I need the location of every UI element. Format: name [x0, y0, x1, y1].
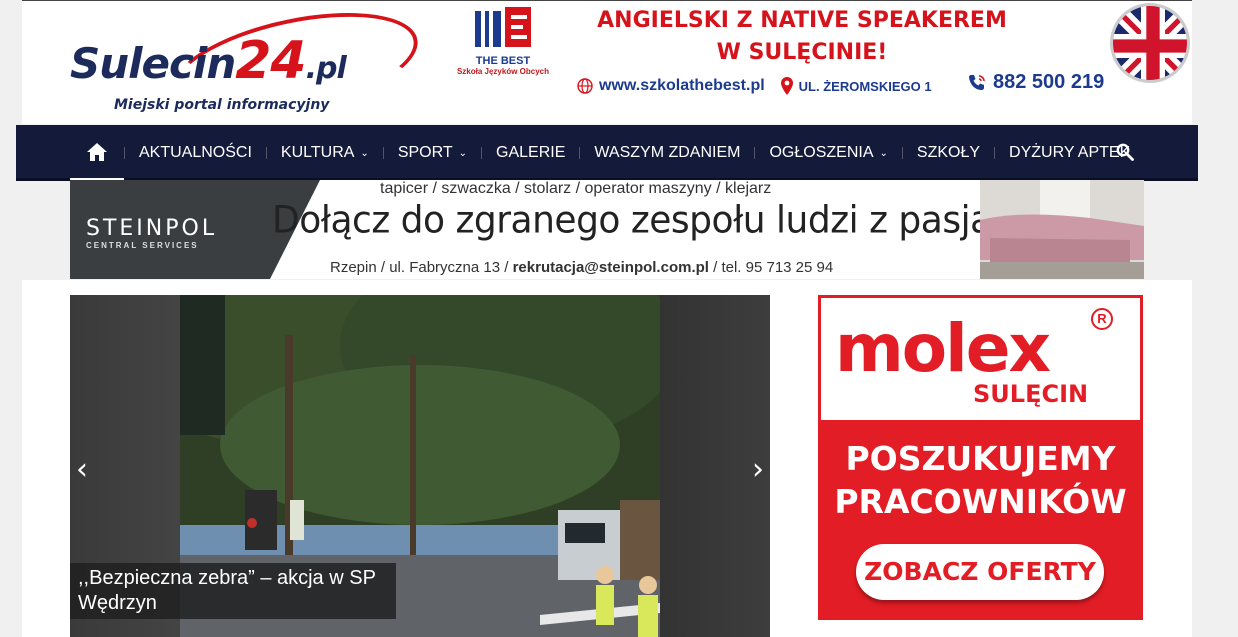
ad-steinpol-banner[interactable]: STEINPOL CENTRAL SERVICES tapicer / szwa… [70, 180, 1144, 279]
molex-logo-box: molex R SULĘCIN [821, 298, 1140, 420]
nav-item-label: AKTUALNOŚCI [139, 144, 252, 161]
chevron-down-icon: ⌄ [879, 147, 888, 159]
registered-trademark-icon: R [1091, 308, 1113, 330]
nav-item-galerie[interactable]: GALERIE [482, 125, 579, 181]
nav-home-button[interactable] [70, 125, 124, 181]
nav-item-label: WASZYM ZDANIEM [594, 144, 741, 161]
thebest-phone-number: 882 500 219 [993, 71, 1105, 93]
thebest-phone: 882 500 219 [967, 71, 1104, 94]
steinpol-brand: STEINPOL [86, 216, 218, 241]
steinpol-headline: Dołącz do zgranego zespołu ludzi z pasją… [272, 198, 1025, 243]
nav-item-label: GALERIE [496, 144, 566, 161]
thebest-address: UL. ŻEROMSKIEGO 1 [798, 78, 932, 94]
thebest-contact: www.szkolathebest.pl UL. ŻEROMSKIEGO 1 [577, 77, 932, 95]
logo-tld: .pl [305, 51, 347, 86]
nav-item-kultura[interactable]: KULTURA ⌄ [267, 125, 383, 181]
molex-headline-line1: POSZUKUJEMY [845, 439, 1116, 478]
nav-item-aktualnosci[interactable]: AKTUALNOŚCI [125, 125, 266, 181]
book-icon [475, 7, 531, 47]
logo-name: Sulecin [70, 39, 236, 88]
nav-item-label: KULTURA [280, 144, 355, 161]
steinpol-contact: Rzepin / ul. Fabryczna 13 / rekrutacja@s… [330, 259, 833, 276]
nav-item-ogloszenia[interactable]: OGŁOSZENIA ⌄ [755, 125, 901, 181]
nav-item-label: OGŁOSZENIA [769, 144, 874, 161]
thebest-logo: THE BEST Szkoła Języków Obcych [448, 5, 558, 91]
nav-item-label: SPORT [397, 144, 453, 161]
site-header: Sulecin24.pl Miejski portal informacyjny… [22, 0, 1192, 136]
nav-item-waszym-zdaniem[interactable]: WASZYM ZDANIEM [580, 125, 754, 181]
main-navigation: AKTUALNOŚCI KULTURA ⌄ SPORT ⌄ GALERIE WASZ… [16, 125, 1198, 181]
ad-thebest-banner[interactable]: THE BEST Szkoła Języków Obcych ANGIELSKI… [442, 1, 1190, 125]
site-logo[interactable]: Sulecin24.pl Miejski portal informacyjny [70, 0, 427, 136]
ad-molex-banner[interactable]: molex R SULĘCIN POSZUKUJEMY PRACOWNIKÓW … [818, 295, 1143, 620]
uk-flag-icon [1110, 3, 1190, 83]
nav-item-label: SZKOŁY [916, 144, 981, 161]
thebest-headline-line2: W SULĘCINIE! [716, 40, 888, 65]
thebest-headline-line1: ANGIELSKI Z NATIVE SPEAKEREM [597, 8, 1007, 33]
logo-number: 24 [235, 31, 306, 91]
slider-next-button[interactable]: › [752, 455, 764, 485]
search-button[interactable] [1116, 143, 1134, 166]
steinpol-brand-sub: CENTRAL SERVICES [86, 241, 199, 250]
thebest-tagline: Szkoła Języków Obcych [456, 67, 550, 76]
steinpol-email: rekrutacja@steinpol.com.pl [512, 259, 709, 276]
globe-icon [577, 78, 593, 94]
steinpol-address: Rzepin / ul. Fabryczna 13 / [330, 259, 513, 276]
chevron-down-icon: ⌄ [360, 147, 369, 159]
molex-logo: molex [835, 310, 1051, 387]
see-offers-button[interactable]: ZOBACZ OFERTY [856, 544, 1104, 600]
main-content: ‹ › ,,Bezpieczna zebra” – akcja w SP Węd… [22, 280, 1192, 637]
steinpol-jobs: tapicer / szwaczka / stolarz / operator … [380, 180, 772, 197]
chevron-down-icon: ⌄ [458, 147, 468, 159]
phone-icon [969, 74, 985, 90]
news-slider[interactable]: ‹ › ,,Bezpieczna zebra” – akcja w SP Węd… [70, 295, 770, 637]
logo-wordmark: Sulecin24.pl [70, 31, 347, 91]
molex-city: SULĘCIN [973, 380, 1089, 408]
nav-item-label: DYŻURY APTEK [1009, 144, 1131, 161]
home-icon [87, 142, 107, 161]
slider-prev-button[interactable]: ‹ [76, 455, 88, 485]
logo-tagline: Miejski portal informacyjny [114, 97, 330, 113]
steinpol-phone: / tel. 95 713 25 94 [708, 259, 834, 276]
nav-menu: AKTUALNOŚCI KULTURA ⌄ SPORT ⌄ GALERIE WASZ… [70, 125, 1144, 181]
molex-headline-line2: PRACOWNIKÓW [834, 482, 1127, 521]
molex-headline: POSZUKUJEMY PRACOWNIKÓW [818, 437, 1143, 523]
nav-item-szkoly[interactable]: SZKOŁY [903, 125, 994, 181]
slide-caption[interactable]: ,,Bezpieczna zebra” – akcja w SP Wędrzyn [70, 563, 396, 619]
page: Sulecin24.pl Miejski portal informacyjny… [0, 0, 1238, 637]
thebest-headline: ANGIELSKI Z NATIVE SPEAKEREM W SULĘCINIE… [592, 5, 1012, 69]
nav-item-sport[interactable]: SPORT ⌄ [384, 125, 481, 181]
thebest-name: THE BEST [475, 55, 531, 67]
location-pin-icon [780, 77, 793, 95]
sofa-photo [980, 180, 1144, 279]
search-icon [1116, 143, 1134, 161]
thebest-website: www.szkolathebest.pl [599, 77, 765, 94]
